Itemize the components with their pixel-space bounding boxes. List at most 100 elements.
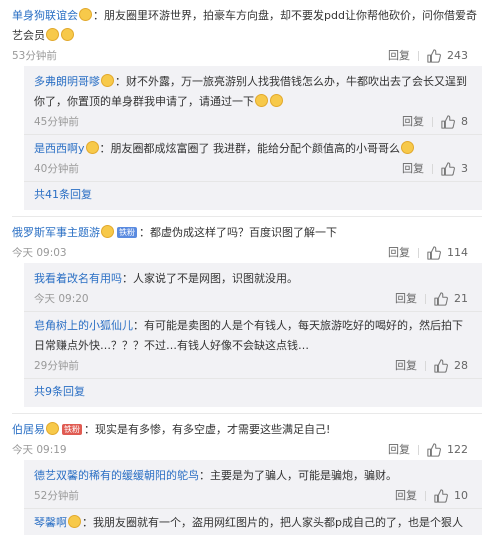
- thumb-up-icon[interactable]: [434, 489, 448, 503]
- reply-text-block: 德艺双馨的稀有的缓缓朝阳的鸵鸟：主要是为了骗人，可能是骗炮，骗财。: [34, 466, 472, 486]
- reply-time: 40分钟前: [34, 163, 79, 175]
- reply-actions: 回复 10: [395, 486, 468, 506]
- like-count: 114: [447, 246, 468, 259]
- comment-time: 今天 09:03: [12, 247, 67, 259]
- smiley-emoji-icon: [101, 74, 114, 87]
- comment-username[interactable]: 单身狗联谊会: [12, 9, 78, 22]
- thumb-up-icon[interactable]: [427, 49, 441, 63]
- reply-button[interactable]: 回复: [388, 243, 410, 263]
- action-divider: [418, 51, 419, 61]
- reply-button[interactable]: 回复: [388, 440, 410, 460]
- smiley-emoji-icon: [46, 28, 59, 41]
- comment-feed: 单身狗联谊会 ：朋友圈里环游世界，拍豪车方向盘，却不要发pdd让你帮他砍价，问你借…: [0, 0, 494, 558]
- like-count: 3: [461, 162, 468, 175]
- reply-thread: 多弗朗明哥嗲 ：财不外露，万一旅亮游别人找我借钱怎么办，牛都吹出去了会长又逞到你了…: [24, 66, 482, 210]
- comment-text-block: 伯居易 铁粉 ：现实是有多惨，有多空虚，才需要这些满足自己!: [12, 420, 482, 440]
- like-count: 122: [447, 443, 468, 456]
- smiley-emoji-icon: [401, 141, 415, 154]
- reply-time: 29分钟前: [34, 360, 79, 372]
- thumb-up-icon[interactable]: [441, 115, 455, 129]
- reply-username[interactable]: 德艺双馨的稀有的缓缓朝阳的鸵鸟: [34, 469, 199, 482]
- reply-item: 皂角树上的小狐仙儿：有可能是卖图的人是个有钱人，每天旅游吃好的喝好的，然后拍下日…: [24, 312, 482, 379]
- reply-button[interactable]: 回复: [395, 356, 417, 376]
- crown-icon: [101, 225, 114, 238]
- like-count: 8: [461, 115, 468, 128]
- reply-button[interactable]: 回复: [402, 112, 424, 132]
- reply-username[interactable]: 我看着改名有用吗: [34, 272, 122, 285]
- more-replies-link[interactable]: 共41条回复: [24, 182, 482, 210]
- reply-button[interactable]: 回复: [395, 289, 417, 309]
- reply-text-block: 琴馨啊 ：我朋友圈就有一个，盗用网红图片的，把人家头都p成自己的了，也是个狠人: [34, 513, 472, 533]
- reply-username[interactable]: 是西西啊y: [34, 142, 85, 155]
- action-divider: [418, 445, 419, 455]
- reply-body: ：我朋友圈就有一个，盗用网红图片的，把人家头都p成自己的了，也是个狠人: [82, 516, 463, 529]
- reply-actions: 回复 8: [402, 112, 468, 132]
- reply-button[interactable]: 回复: [395, 486, 417, 506]
- reply-text-block: 是西西啊y ：朋友圈都成炫富圈了 我进群，能给分配个颜值高的小哥哥么: [34, 139, 472, 159]
- reply-username[interactable]: 皂角树上的小狐仙儿: [34, 319, 133, 332]
- like-count: 28: [454, 359, 468, 372]
- reply-body: ：主要是为了骗人，可能是骗炮，骗财。: [199, 469, 397, 482]
- comment-actions: 回复 243: [388, 46, 468, 66]
- action-divider: [432, 164, 433, 174]
- comment-username[interactable]: 俄罗斯军事主题游: [12, 226, 100, 239]
- smiley-emoji-icon: [46, 422, 59, 435]
- smiley-emoji-icon: [68, 515, 81, 528]
- thumb-up-icon[interactable]: [434, 359, 448, 373]
- reply-item: 是西西啊y ：朋友圈都成炫富圈了 我进群，能给分配个颜值高的小哥哥么 40分钟前 …: [24, 135, 482, 182]
- reply-meta: 45分钟前 回复 8: [34, 112, 472, 132]
- comment: 俄罗斯军事主题游 铁粉 ：都虚伪成这样了吗？百度识图了解一下 今天 09:03 回复…: [0, 217, 494, 414]
- thumb-up-icon[interactable]: [427, 246, 441, 260]
- reply-item: 德艺双馨的稀有的缓缓朝阳的鸵鸟：主要是为了骗人，可能是骗炮，骗财。 52分钟前 …: [24, 462, 482, 509]
- reply-actions: 回复 3: [402, 159, 468, 179]
- reply-username[interactable]: 多弗朗明哥嗲: [34, 75, 100, 88]
- fan-badge: 铁粉: [117, 227, 137, 238]
- like-count: 21: [454, 292, 468, 305]
- thumb-up-icon[interactable]: [434, 292, 448, 306]
- reply-body: ：人家说了不是网图，识图就没用。: [122, 272, 298, 285]
- comment-actions: 回复 114: [388, 243, 468, 263]
- reply-time: 今天 09:20: [34, 293, 89, 305]
- more-replies-link[interactable]: 共9条回复: [24, 379, 482, 407]
- like-count: 10: [454, 489, 468, 502]
- smiley-emoji-icon: [79, 8, 92, 21]
- reply-thread: 我看着改名有用吗：人家说了不是网图，识图就没用。 今天 09:20 回复 21 …: [24, 263, 482, 407]
- reply-meta: 52分钟前 回复 10: [34, 486, 472, 506]
- comment-body: ：现实是有多惨，有多空虚，才需要这些满足自己!: [84, 423, 331, 436]
- comment-time: 53分钟前: [12, 50, 57, 62]
- reply-meta: 40分钟前 回复 3: [34, 159, 472, 179]
- smiley-emoji-icon: [270, 94, 283, 107]
- reply-text-block: 我看着改名有用吗：人家说了不是网图，识图就没用。: [34, 269, 472, 289]
- action-divider: [432, 117, 433, 127]
- reply-button[interactable]: 回复: [402, 159, 424, 179]
- comment-meta: 今天 09:03 回复 114: [12, 243, 482, 263]
- reply-text-block: 皂角树上的小狐仙儿：有可能是卖图的人是个有钱人，每天旅游吃好的喝好的，然后拍下日…: [34, 316, 472, 356]
- comment-actions: 回复 122: [388, 440, 468, 460]
- reply-actions: 回复 21: [395, 289, 468, 309]
- reply-button[interactable]: 回复: [388, 46, 410, 66]
- comment-username[interactable]: 伯居易: [12, 423, 45, 436]
- reply-item: 琴馨啊 ：我朋友圈就有一个，盗用网红图片的，把人家头都p成自己的了，也是个狠人: [24, 509, 482, 535]
- action-divider: [425, 361, 426, 371]
- comment: 单身狗联谊会 ：朋友圈里环游世界，拍豪车方向盘，却不要发pdd让你帮他砍价，问你借…: [0, 0, 494, 217]
- action-divider: [418, 248, 419, 258]
- reply-thread: 德艺双馨的稀有的缓缓朝阳的鸵鸟：主要是为了骗人，可能是骗炮，骗财。 52分钟前 …: [24, 460, 482, 535]
- reply-text-block: 多弗朗明哥嗲 ：财不外露，万一旅亮游别人找我借钱怎么办，牛都吹出去了会长又逞到你了…: [34, 72, 472, 112]
- reply-time: 45分钟前: [34, 116, 79, 128]
- thumb-up-icon[interactable]: [427, 443, 441, 457]
- reply-body: ：朋友圈都成炫富圈了 我进群，能给分配个颜值高的小哥哥么: [99, 142, 401, 155]
- smiley-emoji-icon: [85, 141, 99, 154]
- comment-meta: 53分钟前 回复 243: [12, 46, 482, 66]
- thumb-up-icon[interactable]: [441, 162, 455, 176]
- action-divider: [425, 491, 426, 501]
- reply-time: 52分钟前: [34, 490, 79, 502]
- reply-meta: 今天 09:20 回复 21: [34, 289, 472, 309]
- reply-username[interactable]: 琴馨啊: [34, 516, 67, 529]
- smiley-emoji-icon: [61, 28, 74, 41]
- reply-item: 我看着改名有用吗：人家说了不是网图，识图就没用。 今天 09:20 回复 21: [24, 265, 482, 312]
- comment-meta: 今天 09:19 回复 122: [12, 440, 482, 460]
- comment: 伯居易 铁粉 ：现实是有多惨，有多空虚，才需要这些满足自己! 今天 09:19 回复…: [0, 414, 494, 535]
- like-count: 243: [447, 49, 468, 62]
- reply-item: 多弗朗明哥嗲 ：财不外露，万一旅亮游别人找我借钱怎么办，牛都吹出去了会长又逞到你了…: [24, 68, 482, 135]
- reply-meta: 29分钟前 回复 28: [34, 356, 472, 376]
